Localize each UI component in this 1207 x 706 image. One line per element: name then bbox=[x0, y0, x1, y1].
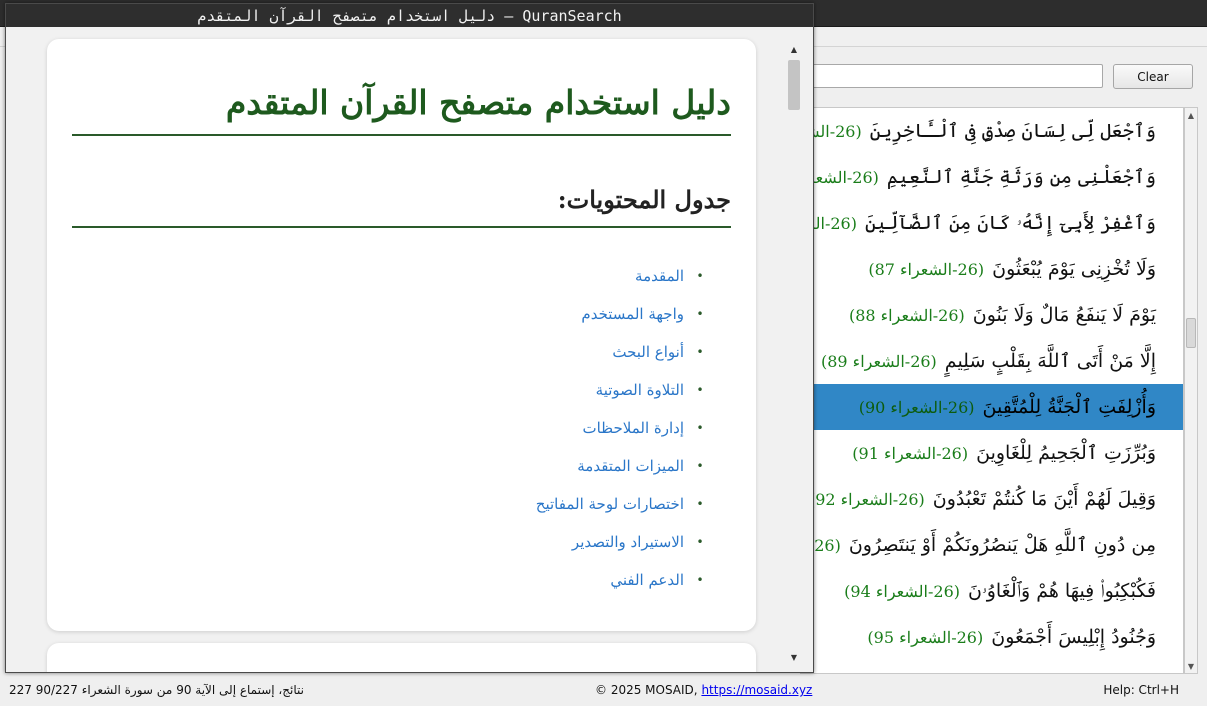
help-heading: دليل استخدام متصفح القرآن المتقدم bbox=[72, 83, 731, 136]
toc-item: • الدعم الفني bbox=[116, 561, 716, 599]
toc-link[interactable]: المقدمة bbox=[635, 267, 684, 285]
toc-item: • اختصارات لوحة المفاتيح bbox=[116, 485, 716, 523]
verse-row[interactable]: يَوْمَ لَا يَنفَعُ مَالٌ وَلَا بَنُونَ (2… bbox=[801, 292, 1183, 338]
clear-button[interactable]: Clear bbox=[1113, 64, 1193, 89]
toc-link[interactable]: الدعم الفني bbox=[610, 571, 684, 589]
verse-reference: (26-الشعراء 91) bbox=[852, 443, 969, 463]
verse-text: يَوْمَ لَا يَنفَعُ مَالٌ وَلَا بَنُونَ bbox=[972, 304, 1156, 326]
bullet-icon: • bbox=[696, 383, 704, 397]
toc-item: • واجهة المستخدم bbox=[116, 295, 716, 333]
verse-text: وَقِيلَ لَهُمْ أَيْنَ مَا كُنتُمْ تَعْبُ… bbox=[932, 488, 1156, 510]
verse-row[interactable]: وَٱغْفِرْ لِأَبِىٓ إِنَّهُۥ كَانَ مِنَ ٱ… bbox=[801, 200, 1183, 246]
verse-row[interactable]: وَجُنُودُ إِبْلِيسَ أَجْمَعُونَ (26-الشعر… bbox=[801, 614, 1183, 660]
verse-text: وَٱجْعَلْنِى مِن وَرَثَةِ جَنَّةِ ٱلنَّع… bbox=[886, 166, 1156, 188]
toc-link[interactable]: التلاوة الصوتية bbox=[596, 381, 684, 399]
search-input[interactable] bbox=[800, 64, 1103, 88]
verse-reference: (26-الشعراء 92) bbox=[809, 489, 925, 509]
scrollbar-thumb[interactable] bbox=[1186, 318, 1196, 348]
toc-item: • المقدمة bbox=[116, 257, 716, 295]
verse-text: وَجُنُودُ إِبْلِيسَ أَجْمَعُونَ bbox=[991, 626, 1156, 648]
bullet-icon: • bbox=[696, 269, 704, 283]
toc-link[interactable]: الميزات المتقدمة bbox=[577, 457, 684, 475]
toc-link[interactable]: أنواع البحث bbox=[612, 343, 684, 361]
results-list[interactable]: وَٱجْعَل لِّى لِسَانَ صِدْقٍ فِى ٱلْـَٔا… bbox=[800, 107, 1184, 674]
verse-text: وَبُرِّزَتِ ٱلْجَحِيمُ لِلْغَاوِينَ bbox=[976, 442, 1156, 464]
toc-item: • الميزات المتقدمة bbox=[116, 447, 716, 485]
copyright-text: © 2025 MOSAID, bbox=[595, 683, 698, 697]
help-window: دليل استخدام متصفح القرآن المتقدم – Qura… bbox=[5, 3, 814, 673]
toc-link[interactable]: الاستيراد والتصدير bbox=[572, 533, 684, 551]
verse-reference: (26-الشعراء 94) bbox=[844, 581, 960, 601]
bullet-icon: • bbox=[696, 497, 704, 511]
toc-item: • إدارة الملاحظات bbox=[116, 409, 716, 447]
status-bar: 227 نتائج، إستماع إلى الآية 90 من سورة ا… bbox=[0, 680, 1207, 700]
verse-row[interactable]: وَلَا تُخْزِنِى يَوْمَ يُبْعَثُونَ (26-ال… bbox=[801, 246, 1183, 292]
toc-heading: جدول المحتويات: bbox=[72, 185, 731, 228]
verse-row[interactable]: إِلَّا مَنْ أَتَى ٱللَّهَ بِقَلْبٍ سَلِي… bbox=[801, 338, 1183, 384]
status-copyright: © 2025 MOSAID, https://mosaid.xyz bbox=[595, 683, 812, 697]
verse-text: مِن دُونِ ٱللَّهِ هَلْ يَنصُرُونَكُمْ أَ… bbox=[848, 534, 1156, 556]
toc-link[interactable]: إدارة الملاحظات bbox=[582, 419, 684, 437]
toc-list: • المقدمة • واجهة المستخدم • أنواع البحث • التل… bbox=[116, 257, 716, 599]
scroll-down-arrow-icon[interactable]: ▼ bbox=[1185, 659, 1197, 673]
toc-item: • التلاوة الصوتية bbox=[116, 371, 716, 409]
verse-row[interactable]: فَكُبْكِبُوا۟ فِيهَا هُمْ وَٱلْغَاوُۥنَ (… bbox=[801, 568, 1183, 614]
verse-row[interactable]: وَٱجْعَلْنِى مِن وَرَثَةِ جَنَّةِ ٱلنَّع… bbox=[801, 154, 1183, 200]
help-card: دليل استخدام متصفح القرآن المتقدم جدول ا… bbox=[47, 39, 756, 631]
verse-reference: (26-الشعراء 88) bbox=[848, 305, 965, 325]
bullet-icon: • bbox=[696, 459, 704, 473]
verse-reference: (26-الشعراء 95) bbox=[867, 627, 984, 647]
help-card-next bbox=[47, 643, 756, 672]
scroll-down-arrow-icon[interactable]: ▼ bbox=[787, 650, 801, 664]
help-scrollbar-thumb[interactable] bbox=[788, 60, 800, 110]
bullet-icon: • bbox=[696, 421, 704, 435]
toc-link[interactable]: اختصارات لوحة المفاتيح bbox=[536, 495, 684, 513]
verse-row[interactable]: مِن دُونِ ٱللَّهِ هَلْ يَنصُرُونَكُمْ أَ… bbox=[801, 522, 1183, 568]
verse-text: إِلَّا مَنْ أَتَى ٱللَّهَ بِقَلْبٍ سَلِي… bbox=[944, 350, 1156, 372]
status-help-hint: Help: Ctrl+H bbox=[1103, 683, 1179, 697]
toc-item: • أنواع البحث bbox=[116, 333, 716, 371]
bullet-icon: • bbox=[696, 535, 704, 549]
status-result-count: 227 نتائج، إستماع إلى الآية 90 من سورة ا… bbox=[9, 683, 305, 697]
verse-row[interactable]: وَبُرِّزَتِ ٱلْجَحِيمُ لِلْغَاوِينَ (26-ا… bbox=[801, 430, 1183, 476]
results-scrollbar[interactable]: ▲ ▼ bbox=[1184, 107, 1198, 674]
scroll-up-arrow-icon[interactable]: ▲ bbox=[787, 42, 801, 56]
verse-text: وَأُزْلِفَتِ ٱلْجَنَّةُ لِلْمُتَّقِينَ bbox=[982, 396, 1156, 418]
verse-row[interactable]: وَقِيلَ لَهُمْ أَيْنَ مَا كُنتُمْ تَعْبُ… bbox=[801, 476, 1183, 522]
toc-link[interactable]: واجهة المستخدم bbox=[581, 305, 684, 323]
verse-row[interactable]: وَٱجْعَل لِّى لِسَانَ صِدْقٍ فِى ٱلْـَٔا… bbox=[801, 108, 1183, 154]
scroll-up-arrow-icon[interactable]: ▲ bbox=[1185, 108, 1197, 122]
bullet-icon: • bbox=[696, 345, 704, 359]
verse-text: وَٱجْعَل لِّى لِسَانَ صِدْقٍ فِى ٱلْـَٔا… bbox=[869, 120, 1156, 142]
verse-row[interactable]: وَأُزْلِفَتِ ٱلْجَنَّةُ لِلْمُتَّقِينَ (2… bbox=[801, 384, 1183, 430]
verse-text: وَٱغْفِرْ لِأَبِىٓ إِنَّهُۥ كَانَ مِنَ ٱ… bbox=[864, 212, 1156, 234]
verse-text: فَكُبْكِبُوا۟ فِيهَا هُمْ وَٱلْغَاوُۥنَ bbox=[968, 580, 1156, 602]
bullet-icon: • bbox=[696, 573, 704, 587]
toc-item: • الاستيراد والتصدير bbox=[116, 523, 716, 561]
bullet-icon: • bbox=[696, 307, 704, 321]
help-window-titlebar[interactable]: دليل استخدام متصفح القرآن المتقدم – Qura… bbox=[6, 4, 813, 27]
help-content: دليل استخدام متصفح القرآن المتقدم جدول ا… bbox=[6, 27, 813, 672]
verse-reference: (26-الشعراء 90) bbox=[858, 397, 975, 417]
verse-reference: (26-الشعراء 87) bbox=[868, 259, 985, 279]
verse-reference: (26-الشعراء 89) bbox=[820, 351, 937, 371]
website-link[interactable]: https://mosaid.xyz bbox=[701, 683, 812, 697]
help-scrollbar[interactable]: ▲ ▼ bbox=[787, 39, 801, 664]
verse-text: وَلَا تُخْزِنِى يَوْمَ يُبْعَثُونَ bbox=[992, 258, 1156, 280]
